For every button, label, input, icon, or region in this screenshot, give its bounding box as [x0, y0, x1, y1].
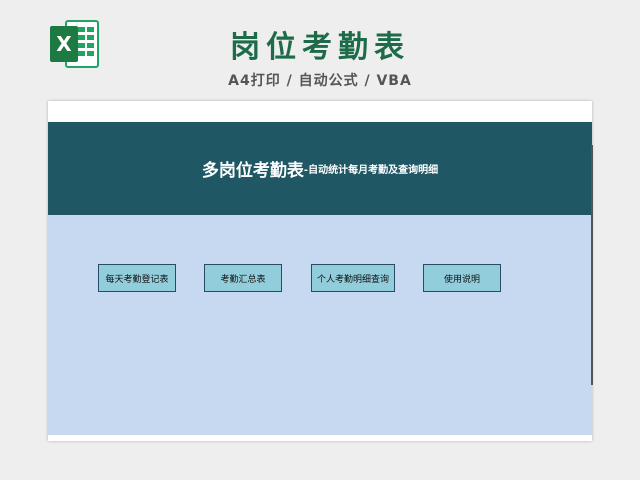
usage-instructions-button[interactable]: 使用说明 [423, 264, 501, 292]
sheet-edge-line [591, 145, 593, 385]
header: X 岗位考勤表 A4打印 / 自动公式 / VBA [0, 0, 640, 100]
sheet-banner: 多岗位考勤表 -自动统计每月考勤及查询明细 [48, 122, 592, 215]
attendance-summary-button[interactable]: 考勤汇总表 [204, 264, 282, 292]
banner-subtitle: -自动统计每月考勤及查询明细 [303, 165, 439, 176]
banner-title: 多岗位考勤表 [201, 161, 304, 181]
navigation-panel: 每天考勤登记表 考勤汇总表 个人考勤明细查询 使用说明 [48, 215, 592, 435]
page-title: 岗位考勤表 [230, 30, 410, 65]
daily-attendance-button[interactable]: 每天考勤登记表 [98, 264, 176, 292]
page-subtitle: A4打印 / 自动公式 / VBA [228, 73, 412, 89]
spreadsheet-preview: 多岗位考勤表 -自动统计每月考勤及查询明细 每天考勤登记表 考勤汇总表 个人考勤… [48, 101, 592, 441]
personal-detail-query-button[interactable]: 个人考勤明细查询 [311, 264, 395, 292]
